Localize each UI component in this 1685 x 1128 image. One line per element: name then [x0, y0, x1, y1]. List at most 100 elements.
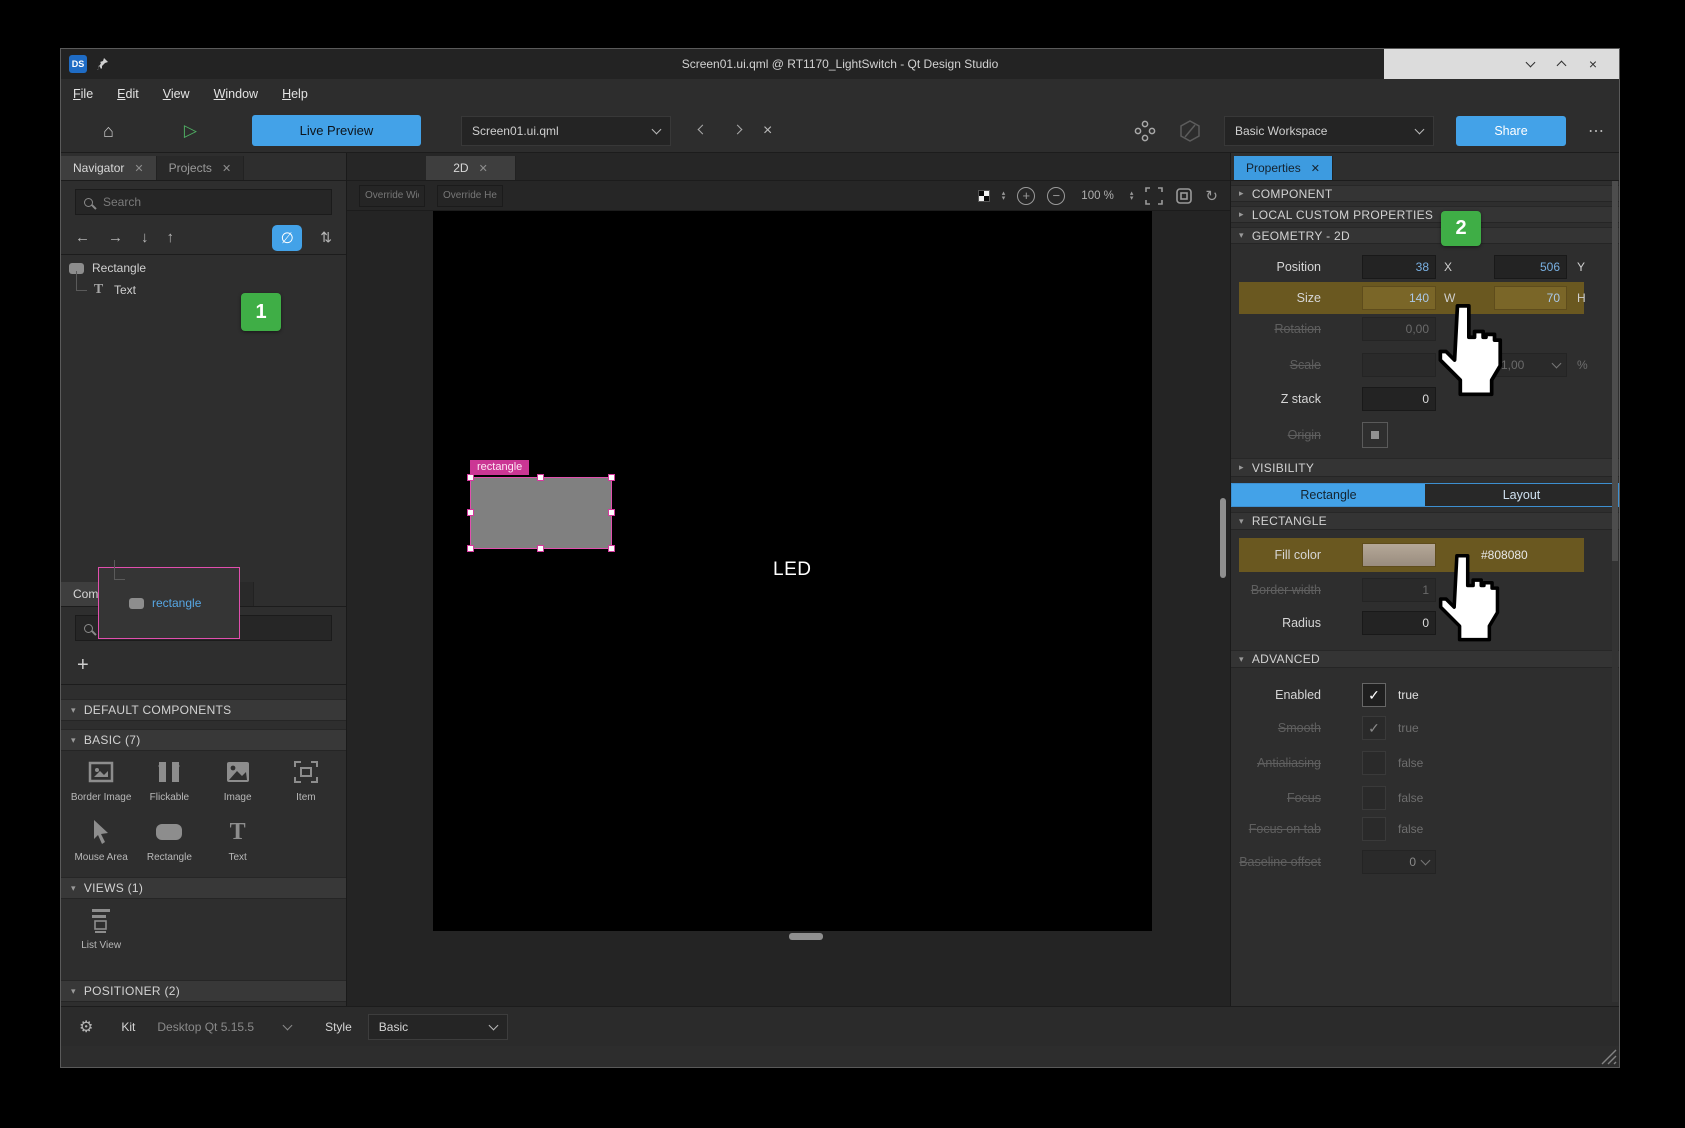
resize-handle-s[interactable]	[537, 545, 544, 552]
navigator-search-input[interactable]	[101, 194, 323, 210]
menu-view[interactable]: View	[163, 87, 190, 101]
background-color-icon[interactable]	[978, 190, 990, 202]
zoom-level[interactable]: 100 %	[1081, 190, 1114, 202]
window-maximize-icon[interactable]	[1556, 61, 1566, 71]
tree-item-text[interactable]: T Text	[61, 279, 346, 301]
resize-handle-se[interactable]	[608, 545, 615, 552]
override-height-input[interactable]	[437, 185, 503, 207]
scale-slider-field[interactable]	[1363, 358, 1435, 372]
tab-properties[interactable]: Properties ✕	[1234, 156, 1333, 180]
focus-on-tab-checkbox[interactable]	[1362, 817, 1386, 841]
tab-projects[interactable]: Projects ✕	[157, 156, 245, 180]
baseline-offset-combo[interactable]: 0	[1362, 850, 1436, 874]
titlebar[interactable]: Screen01.ui.qml @ RT1170_LightSwitch - Q…	[61, 49, 1619, 79]
run-play-icon[interactable]: ▷	[184, 122, 197, 139]
zoom-spinner-icon[interactable]: ▴▾	[1130, 191, 1134, 201]
position-x-input[interactable]	[1363, 260, 1435, 274]
section-basic[interactable]: ▾ BASIC (7)	[61, 729, 346, 751]
open-file-selector[interactable]: Screen01.ui.qml	[461, 116, 671, 146]
fill-color-swatch[interactable]	[1362, 543, 1436, 567]
forward-icon[interactable]	[733, 124, 743, 134]
back-icon[interactable]	[698, 124, 708, 134]
workspace-selector[interactable]: Basic Workspace	[1224, 116, 1434, 146]
more-options-icon[interactable]: ⋯	[1588, 121, 1605, 141]
zoom-in-icon[interactable]: +	[1017, 187, 1035, 205]
spinner-icon[interactable]: ▴▾	[1002, 191, 1006, 201]
component-text[interactable]: T Text	[204, 817, 272, 869]
tab-navigator[interactable]: Navigator ✕	[61, 156, 157, 180]
antialiasing-checkbox[interactable]	[1362, 751, 1386, 775]
close-icon[interactable]: ✕	[222, 162, 231, 175]
section-visibility[interactable]: ▸ VISIBILITY	[1231, 458, 1619, 477]
add-module-icon[interactable]: +	[77, 654, 89, 677]
fit-to-screen-icon[interactable]	[1145, 187, 1163, 205]
qml-hexagon-icon[interactable]	[1178, 119, 1202, 143]
component-border-image[interactable]: Border Image	[67, 757, 135, 809]
design-canvas[interactable]: LED rectangle	[433, 211, 1152, 931]
section-local-custom-properties[interactable]: ▸ LOCAL CUSTOM PROPERTIES	[1231, 206, 1619, 223]
section-rectangle[interactable]: ▾ RECTANGLE	[1231, 512, 1619, 530]
section-default-components[interactable]: ▾ DEFAULT COMPONENTS	[61, 699, 346, 721]
move-left-icon[interactable]: ←	[75, 229, 90, 246]
canvas-viewport[interactable]: LED rectangle	[347, 211, 1230, 1006]
navigator-search[interactable]	[75, 189, 332, 215]
menu-edit[interactable]: Edit	[117, 87, 139, 101]
resize-handle-nw[interactable]	[467, 474, 474, 481]
size-width-input[interactable]	[1363, 291, 1435, 305]
smooth-checkbox[interactable]: ✓	[1362, 716, 1386, 740]
enabled-checkbox[interactable]: ✓	[1362, 683, 1386, 707]
component-rectangle[interactable]: Rectangle	[135, 817, 203, 869]
window-minimize-icon[interactable]	[1525, 58, 1535, 68]
component-flickable[interactable]: Flickable	[135, 757, 203, 809]
gear-icon[interactable]: ⚙	[79, 1017, 93, 1037]
close-icon[interactable]: ✕	[479, 162, 488, 175]
subtab-layout[interactable]: Layout	[1425, 484, 1618, 506]
resize-handle-n[interactable]	[537, 474, 544, 481]
position-y-input[interactable]	[1495, 260, 1566, 274]
zoom-out-icon[interactable]: −	[1047, 187, 1065, 205]
move-right-icon[interactable]: →	[108, 229, 123, 246]
component-mouse-area[interactable]: Mouse Area	[67, 817, 135, 869]
horizontal-scrollbar[interactable]	[789, 933, 823, 940]
close-icon[interactable]: ✕	[134, 162, 143, 175]
resize-handle-sw[interactable]	[467, 545, 474, 552]
border-width-input[interactable]	[1363, 583, 1435, 597]
origin-selector-button[interactable]	[1362, 422, 1388, 448]
frame-selection-icon[interactable]	[1175, 187, 1193, 205]
section-geometry-2d[interactable]: ▾ GEOMETRY - 2D	[1231, 227, 1619, 244]
rotation-input[interactable]	[1363, 322, 1435, 336]
selected-rectangle[interactable]: rectangle	[471, 478, 611, 548]
close-icon[interactable]: ✕	[1311, 162, 1320, 175]
resize-grip-icon[interactable]	[1595, 1043, 1617, 1065]
chevron-down-icon[interactable]	[283, 1020, 293, 1030]
resize-handle-w[interactable]	[467, 509, 474, 516]
style-selector[interactable]: Basic	[368, 1014, 508, 1040]
tree-item-rectangle-root[interactable]: Rectangle	[61, 257, 346, 279]
component-image[interactable]: Image	[204, 757, 272, 809]
move-down-icon[interactable]: ↓	[141, 229, 149, 246]
vertical-scrollbar[interactable]	[1220, 498, 1226, 578]
override-width-input[interactable]	[359, 185, 425, 207]
kit-value[interactable]: Desktop Qt 5.15.5	[157, 1020, 254, 1034]
reverse-order-icon[interactable]: ⇅	[320, 229, 332, 246]
resize-handle-e[interactable]	[608, 509, 615, 516]
close-document-icon[interactable]: ×	[763, 122, 772, 140]
canvas-text-led[interactable]: LED	[773, 559, 811, 581]
menu-window[interactable]: Window	[214, 87, 258, 101]
tree-item-rectangle-selected[interactable]: rectangle	[99, 568, 239, 638]
live-preview-button[interactable]: Live Preview	[252, 115, 421, 146]
section-advanced[interactable]: ▾ ADVANCED	[1231, 650, 1619, 668]
resize-handle-ne[interactable]	[608, 474, 615, 481]
toggle-visibility-button[interactable]: ∅	[272, 225, 302, 251]
link-nodes-icon[interactable]	[1134, 120, 1156, 142]
section-component[interactable]: ▸ COMPONENT	[1231, 185, 1619, 202]
section-positioner[interactable]: ▾ POSITIONER (2)	[61, 980, 346, 1002]
subtab-rectangle[interactable]: Rectangle	[1232, 484, 1425, 506]
z-stack-input[interactable]	[1363, 392, 1435, 406]
share-button[interactable]: Share	[1456, 116, 1566, 146]
home-icon[interactable]: ⌂	[103, 122, 114, 140]
focus-checkbox[interactable]	[1362, 786, 1386, 810]
component-list-view[interactable]: List View	[67, 905, 135, 957]
tab-2d[interactable]: 2D ✕	[426, 156, 516, 180]
radius-input[interactable]	[1363, 616, 1435, 630]
